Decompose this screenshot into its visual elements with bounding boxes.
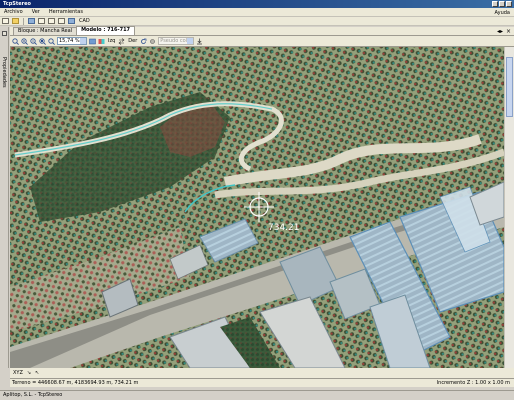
side-panel-label[interactable]: Propiedades xyxy=(1,57,7,88)
tile-icon[interactable] xyxy=(48,18,55,24)
open-folder-icon[interactable] xyxy=(12,18,19,24)
settings-icon[interactable] xyxy=(149,38,156,45)
cad-label[interactable]: CAD xyxy=(79,18,90,24)
side-panel-strip[interactable]: Propiedades xyxy=(0,27,9,368)
document-tabs: Bloque : Mancha Real Modelo : 716-717 ◂▸… xyxy=(10,26,514,36)
tab-bloque[interactable]: Bloque : Mancha Real xyxy=(13,27,78,35)
tab-scroll-icon[interactable]: ◂▸ xyxy=(497,28,503,35)
zoom-previous-icon[interactable] xyxy=(48,37,55,45)
zoom-select[interactable]: 15,74 % xyxy=(57,37,87,45)
new-file-icon[interactable] xyxy=(2,18,9,24)
menu-archivo[interactable]: Archivo xyxy=(4,9,23,15)
xyz-button[interactable]: XYZ xyxy=(13,370,23,376)
cascade-icon[interactable] xyxy=(58,18,65,24)
menu-ver[interactable]: Ver xyxy=(32,9,40,15)
refresh-icon[interactable] xyxy=(140,38,147,45)
pan-icon[interactable] xyxy=(89,38,96,45)
menu-herramientas[interactable]: Herramientas xyxy=(49,9,83,15)
vertical-scrollbar[interactable] xyxy=(504,47,514,368)
zoom-window-icon[interactable] xyxy=(39,37,46,45)
maximize-button[interactable] xyxy=(499,1,505,7)
close-button[interactable] xyxy=(506,1,512,7)
status-bar: Terreno = 446608.67 m, 4183694.93 m, 734… xyxy=(10,378,514,387)
scrollbar-thumb[interactable] xyxy=(506,57,513,117)
zoom-extents-icon[interactable] xyxy=(12,37,19,45)
pseudo-color-select: Pseudo color xyxy=(158,37,195,45)
anaglyph-image[interactable]: 734.21 xyxy=(10,47,504,368)
tab-modelo[interactable]: Modelo : 716-717 xyxy=(76,26,136,35)
window-title: TcpStereo xyxy=(3,1,31,7)
pointer-icon[interactable]: ↖ xyxy=(35,370,39,376)
tab-close-icon[interactable]: × xyxy=(506,28,511,35)
export-icon[interactable] xyxy=(196,38,203,45)
menu-ayuda[interactable]: Ayuda xyxy=(495,10,510,16)
stereo-map-view[interactable]: 734.21 xyxy=(10,47,504,368)
window-titlebar: TcpStereo xyxy=(0,0,514,8)
toolbar-separator xyxy=(23,17,24,25)
izq-button[interactable]: Izq xyxy=(107,38,116,44)
pin-icon[interactable] xyxy=(2,31,7,36)
swap-icon[interactable] xyxy=(118,37,125,45)
cad-icon[interactable] xyxy=(68,18,75,24)
map-tools-bar: XYZ ↘ ↖ xyxy=(10,368,514,378)
menu-bar: Archivo Ver Herramientas Ayuda xyxy=(0,8,514,17)
save-icon[interactable] xyxy=(28,18,35,24)
zoom-out-icon[interactable] xyxy=(30,37,37,45)
minimize-button[interactable] xyxy=(492,1,498,7)
der-button[interactable]: Der xyxy=(127,38,138,44)
elevation-label: 734.21 xyxy=(268,223,300,233)
app-footer: Aplitop, S.L. - TcpStereo xyxy=(0,390,514,400)
z-increment-readout: Incremento Z : 1.00 x 1.00 m xyxy=(436,380,510,386)
zoom-in-icon[interactable] xyxy=(21,37,28,45)
footer-text: Aplitop, S.L. - TcpStereo xyxy=(3,392,63,398)
window-icon[interactable] xyxy=(38,18,45,24)
stereo-icon[interactable] xyxy=(98,38,105,45)
coordinates-readout: Terreno = 446608.67 m, 4183694.93 m, 734… xyxy=(12,380,139,386)
main-toolbar: CAD xyxy=(0,17,514,26)
view-toolbar: 15,74 % Izq Der Pseudo color xyxy=(10,36,514,47)
measure-icon[interactable]: ↘ xyxy=(27,370,31,376)
